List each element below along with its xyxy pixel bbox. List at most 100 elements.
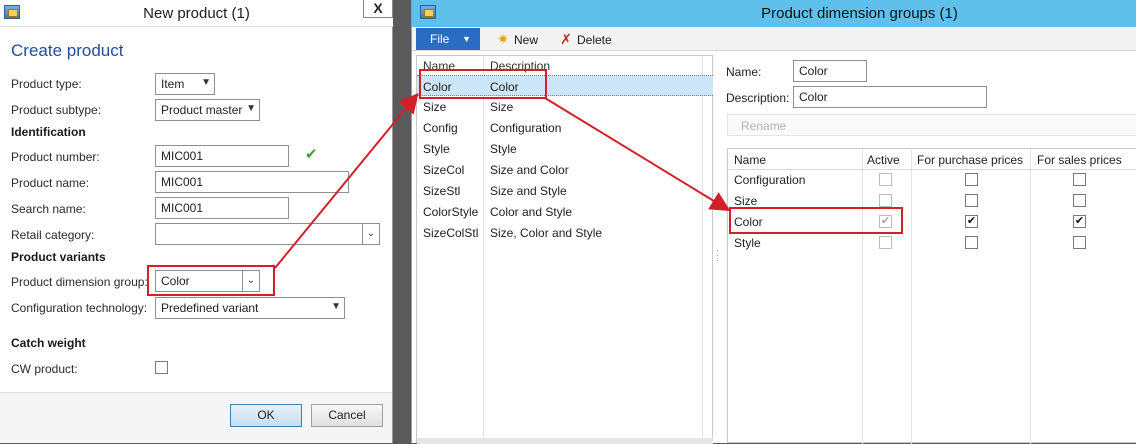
list-item-description: Size <box>490 100 514 114</box>
description-field[interactable]: Color <box>793 86 987 108</box>
sales-checkbox[interactable]: ✔ <box>1073 215 1086 228</box>
row-name: Size <box>734 194 758 208</box>
file-label: File <box>430 32 450 46</box>
purchase-checkbox[interactable] <box>965 173 978 186</box>
active-checkbox <box>879 173 892 186</box>
list-item-description: Color and Style <box>490 205 573 219</box>
new-label: New <box>514 33 539 47</box>
new-star-icon: ✷ <box>497 31 509 47</box>
chevron-down-icon: ▼ <box>246 103 256 114</box>
chevron-down-icon: ⌄ <box>362 224 379 244</box>
chevron-down-icon: ▼ <box>462 34 471 44</box>
catch-weight-heading: Catch weight <box>11 336 86 350</box>
annotation-box-grid-color <box>729 207 903 234</box>
search-name-label: Search name: <box>11 202 86 216</box>
action-ribbon: File ▼ ✷ New ✗ Delete <box>412 27 1136 51</box>
dimension-group-list: Name Description Color Color Size Size Con… <box>416 55 713 444</box>
cw-product-checkbox[interactable] <box>155 361 168 374</box>
product-type-value: Item <box>161 77 185 91</box>
delete-button[interactable]: ✗ Delete <box>558 31 612 48</box>
identification-heading: Identification <box>11 125 86 139</box>
list-item[interactable]: SizeColStl Size, Color and Style <box>417 222 713 243</box>
name-field[interactable]: Color <box>793 60 867 82</box>
retail-category-select[interactable]: ⌄ <box>155 223 380 245</box>
page-title: Create product <box>11 41 124 60</box>
purchase-checkbox[interactable] <box>965 194 978 207</box>
product-type-label: Product type: <box>11 77 82 91</box>
list-item[interactable]: SizeCol Size and Color <box>417 159 713 180</box>
new-button[interactable]: ✷ New <box>495 31 538 48</box>
sales-checkbox[interactable] <box>1073 236 1086 249</box>
chevron-down-icon: ▼ <box>201 77 211 88</box>
list-item-name: Config <box>423 121 458 135</box>
active-checkbox <box>879 236 892 249</box>
product-name-label: Product name: <box>11 176 90 190</box>
title-bar: New product (1) X <box>0 0 393 27</box>
checkmark-icon: ✔ <box>305 146 318 163</box>
search-name-field[interactable]: MIC001 <box>155 197 289 219</box>
sales-checkbox[interactable] <box>1073 194 1086 207</box>
window-title: New product (1) <box>143 5 250 22</box>
grid-header-sales[interactable]: For sales prices <box>1037 153 1122 167</box>
purchase-checkbox[interactable]: ✔ <box>965 215 978 228</box>
list-item[interactable]: SizeStl Size and Style <box>417 180 713 201</box>
list-item-description: Configuration <box>490 121 562 135</box>
list-item[interactable]: ColorStyle Color and Style <box>417 201 713 222</box>
grid-header-purchase[interactable]: For purchase prices <box>917 153 1023 167</box>
ok-button[interactable]: OK <box>230 404 302 427</box>
configuration-technology-value: Predefined variant <box>161 301 259 315</box>
list-item-name: SizeColStl <box>423 226 479 240</box>
product-number-label: Product number: <box>11 150 100 164</box>
annotation-box-dimension-group <box>147 265 275 296</box>
configuration-technology-select[interactable]: Predefined variant ▼ <box>155 297 345 319</box>
active-checkbox <box>879 194 892 207</box>
list-item[interactable]: Style Style <box>417 138 713 159</box>
new-product-window: New product (1) X Create product Product… <box>0 0 393 443</box>
retail-category-label: Retail category: <box>11 228 95 242</box>
dimensions-grid: Name Active For purchase prices For sale… <box>727 148 1136 444</box>
rename-button[interactable]: Rename <box>727 114 1136 136</box>
list-item-description: Size and Style <box>490 184 567 198</box>
splitter-handle[interactable]: · · · <box>716 246 719 265</box>
list-item-name: SizeStl <box>423 184 461 198</box>
list-item-description: Size, Color and Style <box>490 226 603 240</box>
cw-product-label: CW product: <box>11 362 78 376</box>
sales-checkbox[interactable] <box>1073 173 1086 186</box>
configuration-technology-label: Configuration technology: <box>11 301 148 315</box>
product-subtype-select[interactable]: Product master ▼ <box>155 99 260 121</box>
name-label: Name: <box>726 65 762 79</box>
list-item-name: Style <box>423 142 450 156</box>
list-item-name: Size <box>423 100 447 114</box>
row-name: Style <box>734 236 761 250</box>
description-label: Description: <box>726 91 790 105</box>
cancel-button[interactable]: Cancel <box>311 404 383 427</box>
product-variants-heading: Product variants <box>11 250 106 264</box>
product-type-select[interactable]: Item ▼ <box>155 73 215 95</box>
annotation-box-list-color <box>419 69 547 99</box>
dimension-group-label: Product dimension group: <box>11 275 148 289</box>
delete-label: Delete <box>577 33 612 47</box>
purchase-checkbox[interactable] <box>965 236 978 249</box>
delete-x-icon: ✗ <box>560 31 572 47</box>
list-item[interactable]: Config Configuration <box>417 117 713 138</box>
horizontal-scrollbar[interactable] <box>417 438 713 444</box>
dimension-groups-window: Product dimension groups (1) File ▼ ✷ New… <box>411 0 1136 444</box>
file-menu-button[interactable]: File ▼ <box>416 28 480 50</box>
product-name-field[interactable]: MIC001 <box>155 171 349 193</box>
title-bar: Product dimension groups (1) <box>412 0 1136 27</box>
table-row[interactable]: Configuration <box>728 169 1136 190</box>
window-title: Product dimension groups (1) <box>761 5 958 22</box>
grid-header-active[interactable]: Active <box>867 153 900 167</box>
product-subtype-value: Product master <box>161 103 243 117</box>
chevron-down-icon: ▼ <box>331 301 341 312</box>
list-item-name: SizeCol <box>423 163 465 177</box>
list-item-description: Style <box>490 142 517 156</box>
row-name: Configuration <box>734 173 806 187</box>
list-item-description: Size and Color <box>490 163 569 177</box>
app-icon <box>420 5 436 19</box>
close-button[interactable]: X <box>363 0 393 18</box>
table-row[interactable]: Style <box>728 232 1136 253</box>
list-item[interactable]: Size Size <box>417 96 713 117</box>
product-number-field[interactable]: MIC001 <box>155 145 289 167</box>
grid-header-name[interactable]: Name <box>734 153 766 167</box>
